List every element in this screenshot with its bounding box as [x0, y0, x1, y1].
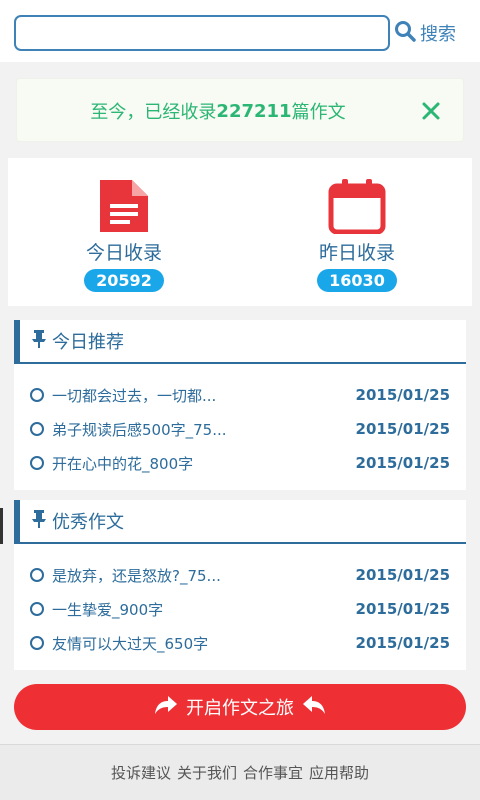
recommend-header: 今日推荐 [14, 320, 466, 364]
stat-yesterday-count: 16030 [317, 269, 397, 292]
excellent-title: 优秀作文 [52, 512, 124, 533]
list-item[interactable]: 一切都会过去，一切都... 2015/01/25 [14, 378, 466, 412]
stat-today-count: 20592 [84, 269, 164, 292]
excellent-header: 优秀作文 [14, 500, 466, 544]
circle-icon [30, 422, 44, 436]
search-button[interactable]: 搜索 [394, 18, 456, 48]
circle-icon [30, 568, 44, 582]
item-date: 2015/01/25 [355, 420, 450, 438]
footer-link-about[interactable]: 关于我们 [177, 762, 237, 783]
pin-icon [32, 510, 46, 532]
item-title: 开在心中的花_800字 [52, 454, 194, 473]
item-title: 一生挚爱_900字 [52, 600, 164, 619]
item-title: 是放弃，还是怒放?_75... [52, 566, 221, 585]
recommend-section: 今日推荐 一切都会过去，一切都... 2015/01/25 弟子规读后感500字_… [14, 320, 466, 490]
list-item[interactable]: 弟子规读后感500字_75... 2015/01/25 [14, 412, 466, 446]
share-icon [154, 695, 178, 720]
start-journey-button[interactable]: 开启作文之旅 [14, 684, 466, 730]
stat-today-label: 今日收录 [85, 242, 162, 264]
search-bar: 搜索 [0, 0, 480, 62]
footer: 投诉建议 关于我们 合作事宜 应用帮助 [0, 744, 480, 800]
circle-icon [30, 636, 44, 650]
footer-link-cooperation[interactable]: 合作事宜 [243, 762, 303, 783]
calendar-icon [277, 178, 437, 234]
item-date: 2015/01/25 [355, 634, 450, 652]
excellent-list: 是放弃，还是怒放?_75... 2015/01/25 一生挚爱_900字 2015/… [14, 558, 466, 660]
close-icon[interactable] [419, 99, 443, 123]
stat-today[interactable]: 今日收录 20592 [44, 178, 204, 292]
notice-text: 至今，已经收录 227211 篇作文 [17, 79, 419, 143]
circle-icon [30, 602, 44, 616]
notice-prefix: 至今，已经收录 [90, 102, 217, 123]
footer-link-help[interactable]: 应用帮助 [309, 762, 369, 783]
search-button-label: 搜索 [420, 24, 456, 45]
start-journey-label: 开启作文之旅 [186, 698, 294, 719]
list-item[interactable]: 是放弃，还是怒放?_75... 2015/01/25 [14, 558, 466, 592]
item-date: 2015/01/25 [355, 600, 450, 618]
circle-icon [30, 456, 44, 470]
recommend-title: 今日推荐 [52, 332, 124, 353]
list-item[interactable]: 友情可以大过天_650字 2015/01/25 [14, 626, 466, 660]
item-date: 2015/01/25 [355, 386, 450, 404]
list-item[interactable]: 开在心中的花_800字 2015/01/25 [14, 446, 466, 480]
recommend-list: 一切都会过去，一切都... 2015/01/25 弟子规读后感500字_75...… [14, 378, 466, 480]
item-date: 2015/01/25 [355, 566, 450, 584]
circle-icon [30, 388, 44, 402]
notice-count: 227211 [216, 100, 292, 122]
stat-yesterday-label: 昨日收录 [318, 242, 395, 264]
stats-panel: 今日收录 20592 昨日收录 16030 [8, 158, 472, 306]
footer-link-feedback[interactable]: 投诉建议 [111, 762, 171, 783]
item-title: 友情可以大过天_650字 [52, 634, 209, 653]
excellent-section: 优秀作文 是放弃，还是怒放?_75... 2015/01/25 一生挚爱_900字… [14, 500, 466, 670]
list-item[interactable]: 一生挚爱_900字 2015/01/25 [14, 592, 466, 626]
item-title: 弟子规读后感500字_75... [52, 420, 227, 439]
pin-icon [32, 330, 46, 352]
item-date: 2015/01/25 [355, 454, 450, 472]
return-icon [302, 695, 326, 720]
stat-yesterday[interactable]: 昨日收录 16030 [277, 178, 437, 292]
document-icon [44, 178, 204, 234]
item-title: 一切都会过去，一切都... [52, 386, 217, 405]
notice-suffix: 篇作文 [291, 102, 346, 123]
search-icon [394, 20, 416, 46]
edge-marker [0, 508, 3, 544]
search-input[interactable] [14, 15, 390, 51]
notice-bar: 至今，已经收录 227211 篇作文 [16, 78, 464, 142]
